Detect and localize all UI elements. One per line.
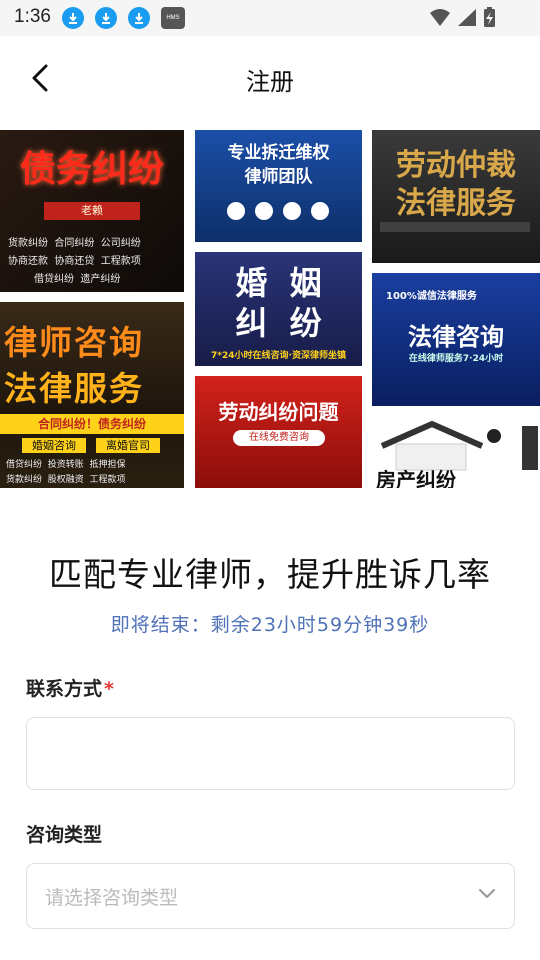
tile-title: 律师咨询 xyxy=(4,323,144,362)
download-icon xyxy=(128,7,150,29)
tile-sub: 借贷纠纷 投资转账 抵押担保 xyxy=(6,460,126,470)
banner-tile-property[interactable]: 房产纠纷 xyxy=(372,416,540,488)
banner-tile-arbitration[interactable]: 劳动仲裁 法律服务 xyxy=(372,130,540,263)
contact-label-text: 联系方式 xyxy=(26,678,103,700)
wifi-icon xyxy=(430,9,450,26)
service-icon xyxy=(227,202,245,220)
tile-title: 房产纠纷 xyxy=(376,468,456,488)
tile-title: 劳动纠纷问题 xyxy=(218,400,339,424)
banner-tile-debt[interactable]: 债务纠纷 老赖 货款纠纷 合同纠纷 公司纠纷 协商还款 协商还贷 工程款项 借贷… xyxy=(0,130,184,292)
download-icon xyxy=(62,7,84,29)
countdown-text: 即将结束：剩余23小时59分钟39秒 xyxy=(110,614,430,636)
tile-icon-row xyxy=(227,202,329,220)
tile-decoration xyxy=(380,222,530,232)
tile-title: 法律服务 xyxy=(396,186,516,221)
tile-chip: 离婚官司 xyxy=(96,438,160,453)
system-status-icons xyxy=(430,7,495,27)
tile-chip: 婚姻咨询 xyxy=(22,438,86,453)
tile-title: 法律服务 xyxy=(4,369,144,408)
tile-pill: 在线免费咨询 xyxy=(233,430,325,446)
status-bar: 1:36 HMS xyxy=(0,0,540,36)
service-icon xyxy=(311,202,329,220)
tile-sub: 协商还款 协商还贷 工程款项 xyxy=(8,256,141,267)
banner-tile-marriage[interactable]: 婚 姻 纠 纷 7*24小时在线咨询·资深律师坐镇 xyxy=(195,252,362,366)
banner-collage[interactable]: 债务纠纷 老赖 货款纠纷 合同纠纷 公司纠纷 协商还款 协商还贷 工程款项 借贷… xyxy=(0,130,540,488)
banner-tile-legal-consult[interactable]: 100%诚信法律服务 法律咨询 在线律师服务7·24小时 xyxy=(372,273,540,406)
banner-tile-demolition[interactable]: 专业拆迁维权 律师团队 xyxy=(195,130,362,242)
tile-badge: 老赖 xyxy=(44,202,140,220)
headline: 匹配专业律师，提升胜诉几率 xyxy=(49,555,491,594)
banner-tile-labor-dispute[interactable]: 劳动纠纷问题 在线免费咨询 xyxy=(195,376,362,488)
signal-icon xyxy=(458,9,476,26)
required-mark: * xyxy=(104,678,114,700)
status-time: 1:36 xyxy=(14,6,51,27)
tile-sub: 在线律师服务7·24小时 xyxy=(408,354,504,364)
consult-type-select[interactable]: 请选择咨询类型 xyxy=(26,863,515,929)
page-title: 注册 xyxy=(246,68,294,96)
contact-label: 联系方式 * xyxy=(26,674,114,701)
banner-tile-lawyer-consult[interactable]: 律师咨询 法律服务 合同纠纷！债务纠纷 婚姻咨询 离婚官司 借贷纠纷 投资转账 … xyxy=(0,302,184,488)
hms-icon: HMS xyxy=(161,7,185,29)
chevron-down-icon xyxy=(479,889,495,898)
tile-sub: 货款纠纷 股权融资 工程款项 xyxy=(6,475,126,485)
consult-type-placeholder: 请选择咨询类型 xyxy=(45,887,179,909)
service-icon xyxy=(283,202,301,220)
contact-input[interactable] xyxy=(26,717,515,790)
download-icon xyxy=(95,7,117,29)
consult-type-label: 咨询类型 xyxy=(26,824,103,846)
tile-title: 专业拆迁维权 xyxy=(227,143,330,163)
tile-sub: 100%诚信法律服务 xyxy=(386,291,477,302)
tile-sub: 货款纠纷 合同纠纷 公司纠纷 xyxy=(8,238,141,249)
tile-title: 法律咨询 xyxy=(408,323,504,351)
tile-title: 债务纠纷 xyxy=(19,149,164,190)
service-icon xyxy=(255,202,273,220)
tile-sub: 借贷纠纷 遗产纠纷 xyxy=(34,274,121,285)
tile-ribbon: 合同纠纷！债务纠纷 xyxy=(0,414,184,434)
tile-title: 纠 纷 xyxy=(235,304,322,342)
nav-bar: 注册 xyxy=(0,36,540,122)
tile-title: 律师团队 xyxy=(244,167,313,187)
tile-sub: 7*24小时在线咨询·资深律师坐镇 xyxy=(211,351,346,361)
